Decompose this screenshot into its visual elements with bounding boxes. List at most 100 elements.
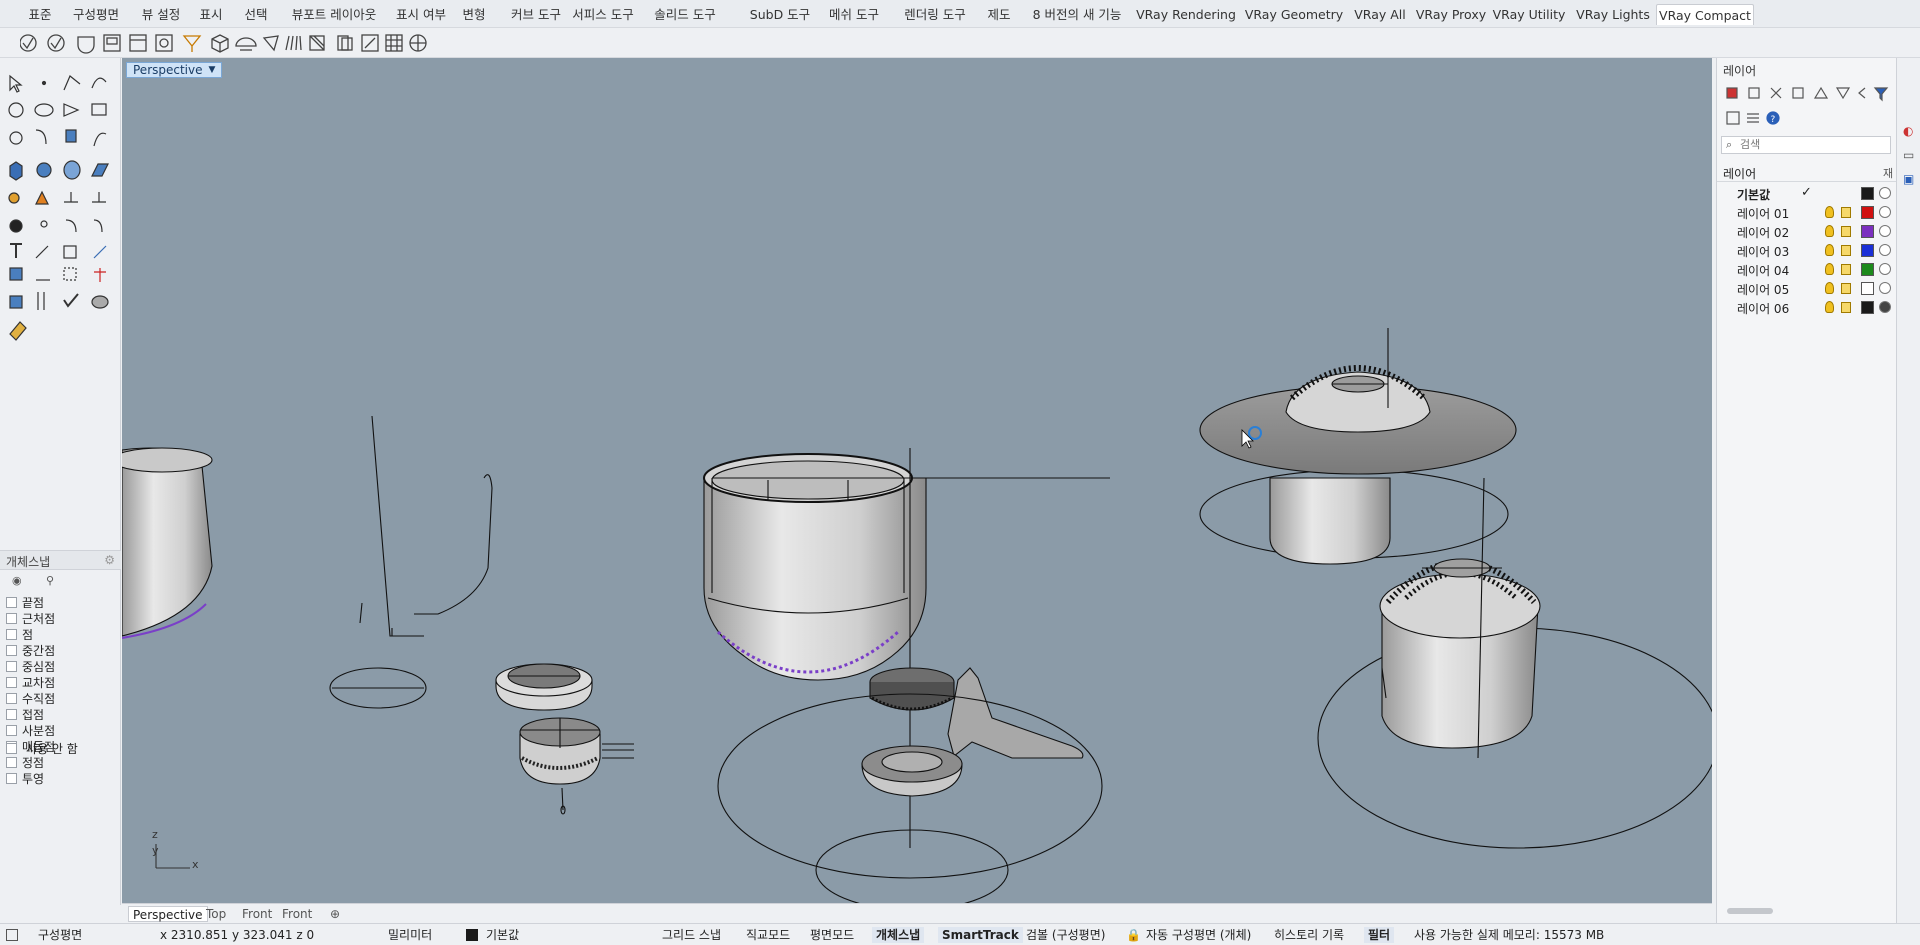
- new-sublayer-icon[interactable]: [1748, 87, 1760, 99]
- material-editor-icon[interactable]: [77, 36, 95, 54]
- join-icon[interactable]: [40, 220, 48, 228]
- layer-row[interactable]: 레이어 06: [1717, 298, 1897, 317]
- burner-cap-small[interactable]: [495, 663, 593, 711]
- tab-5[interactable]: 뷰포트 레이아웃: [286, 4, 382, 25]
- layer-color-swatch[interactable]: [1861, 244, 1874, 257]
- tab-17[interactable]: VRay Geometry: [1244, 4, 1344, 25]
- lock-icon[interactable]: [1841, 283, 1851, 294]
- tab-21[interactable]: VRay Lights: [1576, 4, 1650, 25]
- block-icon[interactable]: [63, 267, 77, 281]
- light-sphere-icon[interactable]: [182, 35, 202, 52]
- clipper-icon[interactable]: [337, 35, 353, 51]
- plane-icon[interactable]: [91, 163, 109, 177]
- flame-spreader-object[interactable]: [947, 667, 1084, 759]
- view-tab-0[interactable]: Perspective: [128, 906, 208, 922]
- display-icon[interactable]: ▭: [1903, 148, 1914, 162]
- move-down-icon[interactable]: [1835, 87, 1851, 100]
- left-cup-object[interactable]: [122, 447, 213, 639]
- layer-color-swatch[interactable]: [1861, 225, 1874, 238]
- frame-buffer-icon[interactable]: [103, 34, 121, 52]
- tab-20[interactable]: VRay Utility: [1492, 4, 1566, 25]
- collapse-icon[interactable]: [1858, 87, 1866, 99]
- view-tab-1[interactable]: Top: [202, 906, 230, 922]
- checkbox[interactable]: [6, 772, 17, 784]
- filter-icon[interactable]: [1873, 87, 1889, 102]
- gumball-icon[interactable]: [94, 268, 106, 282]
- osnap-item[interactable]: 중심점: [6, 658, 55, 674]
- layer-name[interactable]: 레이어 05: [1737, 281, 1789, 298]
- checkbox[interactable]: [6, 756, 17, 768]
- rectangle-icon[interactable]: [91, 103, 107, 116]
- tab-4[interactable]: 선택: [238, 4, 274, 25]
- osnap-item[interactable]: 접점: [6, 706, 44, 722]
- view-tab-2[interactable]: Front: [238, 906, 276, 922]
- dome-icon[interactable]: [235, 37, 257, 51]
- layer-name[interactable]: 레이어 04: [1737, 262, 1789, 279]
- pencil-icon[interactable]: [93, 245, 107, 259]
- tab-12[interactable]: 메쉬 도구: [822, 4, 886, 25]
- fillet-icon[interactable]: [35, 129, 47, 145]
- status-osnap[interactable]: 개체스냅: [872, 927, 925, 943]
- lock-icon[interactable]: [1841, 264, 1851, 275]
- status-filter[interactable]: 필터: [1364, 927, 1395, 943]
- surface-icon[interactable]: [65, 129, 77, 143]
- checkbox[interactable]: [6, 628, 17, 640]
- osnap-item[interactable]: 투영: [6, 770, 44, 786]
- lights-icon[interactable]: [129, 34, 147, 52]
- lock-icon[interactable]: [1841, 207, 1851, 218]
- status-smarttrack[interactable]: SmartTrack: [938, 927, 1023, 943]
- tab-19[interactable]: VRay Proxy: [1414, 4, 1488, 25]
- burner-with-plate[interactable]: [1199, 328, 1517, 565]
- visibility-bulb-icon[interactable]: [1825, 301, 1834, 313]
- tab-22[interactable]: VRay Compact: [1656, 4, 1754, 25]
- rebuild-icon[interactable]: [65, 219, 77, 233]
- material-circle-icon[interactable]: [1879, 244, 1891, 256]
- sphere-icon[interactable]: [36, 162, 52, 178]
- status-history[interactable]: 히스토리 기록: [1274, 927, 1344, 943]
- offset-icon[interactable]: [9, 131, 23, 145]
- osnap-disable[interactable]: 사용 안 함: [6, 740, 78, 756]
- tab-9[interactable]: 서피스 도구: [566, 4, 640, 25]
- paint-icon[interactable]: [9, 321, 27, 341]
- osnap-item[interactable]: 교차점: [6, 674, 55, 690]
- tab-6[interactable]: 표시 여부: [390, 4, 452, 25]
- table-view-icon[interactable]: [1726, 111, 1740, 125]
- horizontal-scrollbar[interactable]: [1727, 908, 1773, 914]
- tab-10[interactable]: 솔리드 도구: [646, 4, 724, 25]
- checkbox[interactable]: [6, 676, 17, 688]
- properties-icon[interactable]: ▣: [1903, 172, 1914, 186]
- settings-icon[interactable]: [155, 34, 173, 52]
- extend-icon[interactable]: [93, 219, 103, 233]
- decal-icon[interactable]: [361, 34, 379, 52]
- delete-layer-icon[interactable]: [1770, 87, 1782, 99]
- visibility-bulb-icon[interactable]: [1825, 244, 1834, 256]
- tab-8[interactable]: 커브 도구: [504, 4, 568, 25]
- perspective-viewport[interactable]: Perspective ▼ z y x: [122, 58, 1712, 903]
- osnap-item[interactable]: 끝점: [6, 594, 44, 610]
- status-ortho[interactable]: 직교모드: [746, 927, 790, 943]
- tab-7[interactable]: 변형: [456, 4, 492, 25]
- spot-icon[interactable]: [262, 35, 279, 52]
- osnap-item[interactable]: 중간점: [6, 642, 55, 658]
- material-circle-icon[interactable]: [1879, 301, 1891, 313]
- tab-2[interactable]: 뷰 설정: [134, 4, 188, 25]
- panel-toggle-icon[interactable]: [6, 929, 18, 941]
- visibility-bulb-icon[interactable]: [1825, 282, 1834, 294]
- material-circle-icon[interactable]: [1879, 263, 1891, 275]
- status-units[interactable]: 밀리미터: [388, 927, 432, 943]
- sweep-icon[interactable]: [93, 132, 107, 147]
- analyze-icon[interactable]: [37, 292, 45, 310]
- box-solid-icon[interactable]: [9, 161, 23, 181]
- lock-icon[interactable]: [1841, 226, 1851, 237]
- lock-icon[interactable]: [1841, 302, 1851, 313]
- point-icon[interactable]: [41, 80, 47, 86]
- status-planar[interactable]: 평면모드: [810, 927, 854, 943]
- wire-handle[interactable]: [414, 474, 493, 615]
- layer-row[interactable]: 레이어 05: [1717, 279, 1897, 298]
- osnap-item[interactable]: 근처점: [6, 610, 55, 626]
- visibility-bulb-icon[interactable]: [1825, 206, 1834, 218]
- dim-icon[interactable]: [9, 267, 23, 281]
- layer-row[interactable]: 레이어 02: [1717, 222, 1897, 241]
- layer-row[interactable]: 레이어 04: [1717, 260, 1897, 279]
- render-icon[interactable]: ◐: [1903, 124, 1913, 138]
